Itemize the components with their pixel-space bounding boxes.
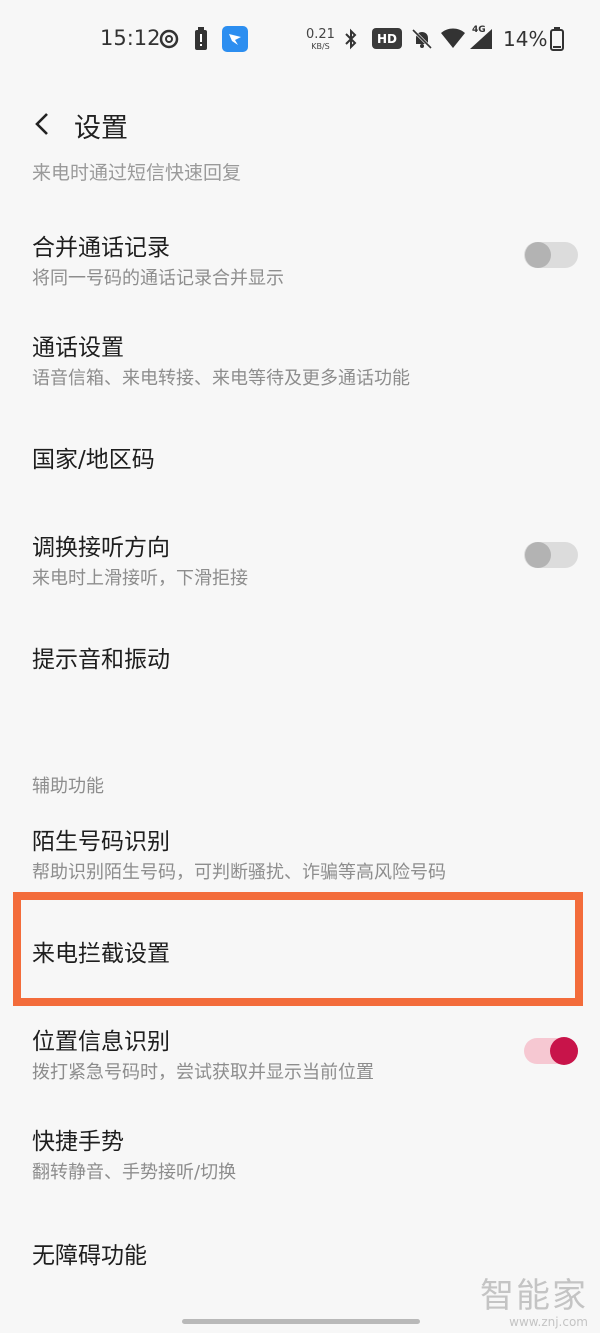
row-subtitle: 来电时上滑接听，下滑拒接	[32, 568, 248, 589]
app-bar: 设置	[0, 86, 600, 160]
quick-gestures-row[interactable]: 快捷手势 翻转静音、手势接听/切换	[0, 1110, 600, 1200]
row-subtitle: 翻转静音、手势接听/切换	[32, 1162, 237, 1183]
cut-off-item-subtitle: 来电时通过短信快速回复	[32, 162, 242, 184]
wifi-icon	[440, 26, 466, 52]
ringtone-vibration-row[interactable]: 提示音和振动	[0, 624, 600, 694]
page-title: 设置	[74, 113, 128, 144]
row-title: 快捷手势	[32, 1129, 124, 1155]
row-title: 无障碍功能	[32, 1243, 147, 1269]
watermark: 智能家 www.znj.com	[480, 1268, 588, 1329]
swap-answer-direction-row[interactable]: 调换接听方向 来电时上滑接听，下滑拒接	[0, 514, 600, 604]
watermark-url: www.znj.com	[509, 1315, 588, 1329]
row-title: 通话设置	[32, 335, 124, 361]
settings-list[interactable]: 来电时通过短信快速回复 合并通话记录 将同一号码的通话记录合并显示 通话设置 语…	[0, 162, 600, 1333]
row-subtitle: 将同一号码的通话记录合并显示	[32, 268, 284, 289]
row-title: 位置信息识别	[32, 1029, 170, 1055]
gesture-nav-handle[interactable]	[182, 1319, 420, 1324]
chevron-left-icon	[35, 113, 48, 135]
dingtalk-icon	[222, 26, 248, 52]
country-code-row[interactable]: 国家/地区码	[0, 424, 600, 494]
section-header-accessibility: 辅助功能	[32, 776, 104, 797]
netease-music-icon	[158, 26, 180, 52]
location-info-row[interactable]: 位置信息识别 拨打紧急号码时，尝试获取并显示当前位置	[0, 1010, 600, 1100]
row-subtitle: 帮助识别陌生号码，可判断骚扰、诈骗等高风险号码	[32, 862, 446, 883]
toggle-knob	[550, 1037, 578, 1065]
mute-bell-icon	[410, 26, 434, 52]
highlight-box	[13, 892, 583, 1006]
status-time: 15:12	[100, 26, 161, 50]
status-bar: 15:12 0.21 KB/S HD 4G 14%	[0, 0, 600, 80]
unknown-number-id-row[interactable]: 陌生号码识别 帮助识别陌生号码，可判断骚扰、诈骗等高风险号码	[0, 810, 600, 890]
toggle-knob	[525, 242, 551, 268]
back-button[interactable]	[22, 104, 62, 144]
bluetooth-icon	[343, 26, 359, 52]
battery-icon	[550, 26, 564, 52]
row-title: 合并通话记录	[32, 235, 170, 261]
row-title: 陌生号码识别	[32, 829, 170, 855]
row-subtitle: 拨打紧急号码时，尝试获取并显示当前位置	[32, 1062, 374, 1083]
merge-call-log-row[interactable]: 合并通话记录 将同一号码的通话记录合并显示	[0, 214, 600, 304]
row-title: 调换接听方向	[32, 535, 170, 561]
hd-badge: HD	[372, 28, 402, 49]
merge-call-log-toggle[interactable]	[524, 242, 578, 268]
row-subtitle: 语音信箱、来电转接、来电等待及更多通话功能	[32, 368, 410, 389]
network-type: 4G	[472, 25, 486, 35]
swap-answer-direction-toggle[interactable]	[524, 542, 578, 568]
call-settings-row[interactable]: 通话设置 语音信箱、来电转接、来电等待及更多通话功能	[0, 314, 600, 404]
battery-percent: 14%	[503, 27, 548, 51]
toggle-knob	[525, 542, 551, 568]
net-speed: 0.21 KB/S	[306, 27, 335, 51]
alert-battery-icon	[194, 26, 208, 52]
row-title: 提示音和振动	[32, 647, 170, 673]
row-title: 国家/地区码	[32, 447, 155, 473]
location-info-toggle[interactable]	[524, 1037, 578, 1065]
watermark-logo: 智能家	[480, 1276, 588, 1316]
